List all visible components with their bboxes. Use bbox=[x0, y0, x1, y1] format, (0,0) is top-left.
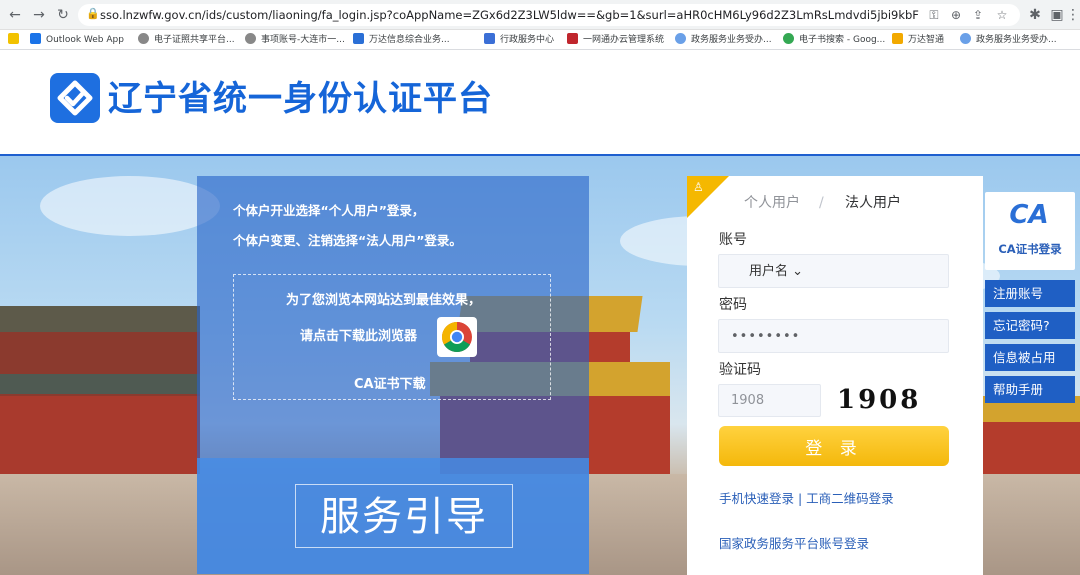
tab-separator: / bbox=[819, 195, 824, 211]
bookmark-item[interactable]: 电子证照共享平台... bbox=[138, 33, 235, 47]
bookmark-icon bbox=[892, 33, 903, 44]
back-icon[interactable]: ← bbox=[6, 6, 24, 24]
bookmark-icon bbox=[353, 33, 364, 44]
cloud-decoration bbox=[40, 176, 220, 236]
account-label: 账号 bbox=[719, 232, 747, 248]
hero-banner: 个体户开业选择“个人用户”登录， 个体户变更、注销选择“法人用户”登录。 为了您… bbox=[0, 156, 1080, 575]
info-panel: 个体户开业选择“个人用户”登录， 个体户变更、注销选择“法人用户”登录。 为了您… bbox=[197, 176, 589, 574]
share-icon[interactable]: ⇪ bbox=[970, 7, 986, 23]
palace-roof-left bbox=[0, 374, 200, 394]
password-mask: •••••••• bbox=[731, 329, 801, 344]
quick-login-links[interactable]: 手机快速登录 | 工商二维码登录 bbox=[719, 491, 894, 507]
browser-hint-line-2: 请点击下载此浏览器 bbox=[300, 329, 418, 344]
ca-download-link[interactable]: CA证书下载 bbox=[354, 375, 426, 395]
ca-login-label: CA证书登录 bbox=[998, 242, 1062, 256]
service-guide-label: 服务引导 bbox=[295, 484, 513, 548]
bookmark-item[interactable]: 事项账号-大连市一... bbox=[245, 33, 345, 47]
national-platform-login-link[interactable]: 国家政务服务平台账号登录 bbox=[719, 536, 869, 552]
bookmark-icon bbox=[675, 33, 686, 44]
browser-toolbar: ← → ↻ 🔒 sso.lnzwfw.gov.cn/ids/custom/lia… bbox=[0, 0, 1080, 30]
ca-logo-icon: CA bbox=[1009, 200, 1049, 230]
bookmark-item[interactable] bbox=[8, 33, 24, 47]
bookmark-item[interactable]: Outlook Web App bbox=[30, 33, 124, 47]
extensions-icon[interactable]: ✱ bbox=[1026, 6, 1044, 24]
bookmark-item[interactable]: 政务服务业务受办... bbox=[675, 33, 772, 47]
account-field[interactable]: 用户名 ⌄ bbox=[718, 254, 949, 288]
bookmark-item[interactable]: 万达信息综合业务... bbox=[353, 33, 450, 47]
account-type-select[interactable]: 用户名 ⌄ bbox=[749, 263, 803, 281]
globe-icon bbox=[138, 33, 149, 44]
tab-personal-user[interactable]: 个人用户 bbox=[744, 194, 800, 212]
bookmarks-bar: Outlook Web App 电子证照共享平台... 事项账号-大连市一...… bbox=[0, 30, 1080, 50]
help-manual-button[interactable]: 帮助手册 bbox=[985, 376, 1075, 403]
login-card: ♙ 个人用户 / 法人用户 账号 用户名 ⌄ 密码 •••••••• 验证码 1… bbox=[687, 176, 983, 575]
palace-wall-right bbox=[983, 422, 1080, 476]
tab-legal-user[interactable]: 法人用户 bbox=[845, 194, 901, 212]
chrome-download-button[interactable] bbox=[437, 317, 477, 357]
register-account-button[interactable]: 注册账号 bbox=[985, 280, 1075, 307]
login-button[interactable]: 登 录 bbox=[719, 426, 949, 466]
star-icon[interactable]: ☆ bbox=[994, 7, 1010, 23]
menu-icon[interactable]: ⋮ bbox=[1064, 6, 1080, 24]
address-bar[interactable]: 🔒 sso.lnzwfw.gov.cn/ids/custom/liaoning/… bbox=[78, 4, 1020, 26]
bookmark-icon bbox=[567, 33, 578, 44]
info-line-1: 个体户开业选择“个人用户”登录， bbox=[233, 203, 425, 218]
password-label: 密码 bbox=[719, 297, 747, 313]
bookmark-item[interactable]: 行政服务中心 bbox=[484, 33, 554, 47]
bookmark-icon bbox=[8, 33, 19, 44]
logo-icon-graphic bbox=[57, 80, 93, 116]
captcha-input-value: 1908 bbox=[731, 393, 765, 408]
palace-roof-left bbox=[0, 306, 200, 332]
lock-icon[interactable]: 🔒 bbox=[86, 7, 100, 20]
logo-icon bbox=[50, 73, 100, 123]
site-header: 辽宁省统一身份认证平台 bbox=[0, 51, 1080, 154]
bookmark-item[interactable]: 政务服务业务受办... bbox=[960, 33, 1057, 47]
zoom-icon[interactable]: ⊕ bbox=[948, 7, 964, 23]
ca-login-tile[interactable]: CA CA证书登录 bbox=[985, 192, 1075, 270]
bookmark-item[interactable]: 一网通办云管理系统 bbox=[567, 33, 664, 47]
bookmark-icon bbox=[484, 33, 495, 44]
key-icon[interactable]: ⚿ bbox=[926, 7, 942, 23]
chrome-icon bbox=[441, 322, 472, 353]
reload-icon[interactable]: ↻ bbox=[54, 6, 72, 24]
captcha-input[interactable]: 1908 bbox=[718, 384, 821, 417]
forward-icon[interactable]: → bbox=[30, 6, 48, 24]
outlook-icon bbox=[30, 33, 41, 44]
password-field[interactable]: •••••••• bbox=[718, 319, 949, 353]
browser-download-box: 为了您浏览本网站达到最佳效果， 请点击下载此浏览器 CA证书下载 bbox=[233, 274, 551, 400]
browser-hint-line-1: 为了您浏览本网站达到最佳效果， bbox=[286, 293, 482, 308]
info-line-2: 个体户变更、注销选择“法人用户”登录。 bbox=[233, 233, 462, 248]
site-title: 辽宁省统一身份认证平台 bbox=[108, 79, 493, 119]
bookmark-icon bbox=[783, 33, 794, 44]
bookmark-icon bbox=[960, 33, 971, 44]
bookmark-item[interactable]: 电子书搜索 - Goog... bbox=[783, 33, 885, 47]
captcha-label: 验证码 bbox=[719, 362, 761, 378]
url-text[interactable]: sso.lnzwfw.gov.cn/ids/custom/liaoning/fa… bbox=[100, 7, 920, 23]
palace-wall-left bbox=[0, 396, 200, 474]
service-guide-banner[interactable]: 服务引导 bbox=[197, 458, 589, 574]
user-badge-icon: ♙ bbox=[693, 180, 704, 194]
info-occupied-button[interactable]: 信息被占用 bbox=[985, 344, 1075, 371]
forgot-password-button[interactable]: 忘记密码? bbox=[985, 312, 1075, 339]
chevron-down-icon: ⌄ bbox=[792, 264, 804, 279]
globe-icon bbox=[245, 33, 256, 44]
captcha-image[interactable]: 1908 bbox=[837, 382, 918, 418]
bookmark-item[interactable]: 万达智通 bbox=[892, 33, 944, 47]
